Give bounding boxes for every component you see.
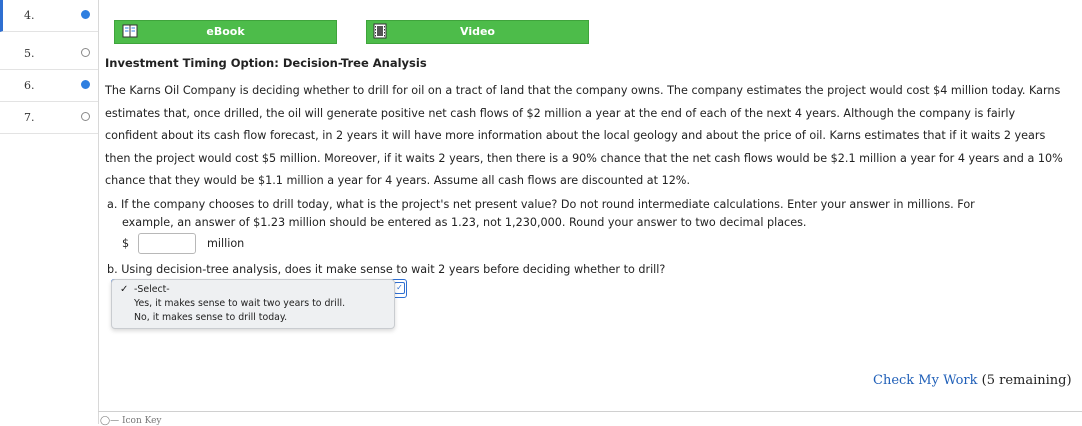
dropdown-option-wait[interactable]: Yes, it makes sense to wait two years to…	[134, 298, 345, 309]
question-text: The Karns Oil Company is deciding whethe…	[105, 84, 1063, 187]
film-icon[interactable]	[371, 22, 389, 40]
check-my-work: Check My Work (5 remaining)	[873, 373, 1072, 388]
dropdown-option-drill-today[interactable]: No, it makes sense to drill today.	[134, 312, 287, 323]
unanswered-dot-icon	[81, 48, 90, 57]
nav-item-number: 7.	[24, 111, 35, 124]
decision-dropdown-menu: ✓ -Select- Yes, it makes sense to wait t…	[111, 279, 395, 329]
key-icon: ◯—	[100, 416, 120, 426]
unit-label: million	[207, 237, 245, 250]
video-button[interactable]: Video	[366, 20, 589, 44]
video-button-label: Video	[460, 25, 495, 38]
checkmark-icon: ✓	[120, 284, 129, 295]
part-b-prompt: b. Using decision-tree analysis, does it…	[107, 263, 666, 276]
nav-item-4[interactable]: 4.	[0, 0, 98, 32]
check-my-work-button[interactable]: Check My Work	[873, 373, 978, 388]
nav-item-number: 4.	[24, 9, 35, 22]
answered-dot-icon	[81, 10, 90, 19]
book-icon[interactable]	[121, 22, 139, 40]
nav-item-number: 5.	[24, 47, 35, 60]
currency-symbol: $	[122, 237, 130, 250]
unanswered-dot-icon	[81, 112, 90, 121]
nav-item-5[interactable]: 5.	[0, 38, 98, 70]
divider	[98, 411, 1082, 412]
npv-answer-input[interactable]	[138, 233, 196, 254]
icon-key-link[interactable]: ◯— Icon Key	[100, 416, 162, 426]
dropdown-option-select[interactable]: -Select-	[134, 284, 170, 295]
part-a-prompt: a. If the company chooses to drill today…	[107, 196, 1062, 231]
question-navigator: 4. 5. 6. 7.	[0, 0, 99, 424]
ebook-button[interactable]: eBook	[114, 20, 337, 44]
nav-item-number: 6.	[24, 79, 35, 92]
chevron-down-icon[interactable]: ✓	[394, 282, 405, 294]
answered-dot-icon	[81, 80, 90, 89]
ebook-button-label: eBook	[206, 25, 245, 38]
question-title: Investment Timing Option: Decision-Tree …	[105, 56, 427, 70]
part-a-line-1: a. If the company chooses to drill today…	[107, 198, 975, 211]
part-a-line-2: example, an answer of $1.23 million shou…	[122, 215, 807, 229]
icon-key-label: Icon Key	[121, 416, 162, 426]
nav-item-6[interactable]: 6.	[0, 70, 98, 102]
nav-item-7[interactable]: 7.	[0, 102, 98, 134]
remaining-attempts: (5 remaining)	[981, 373, 1072, 388]
